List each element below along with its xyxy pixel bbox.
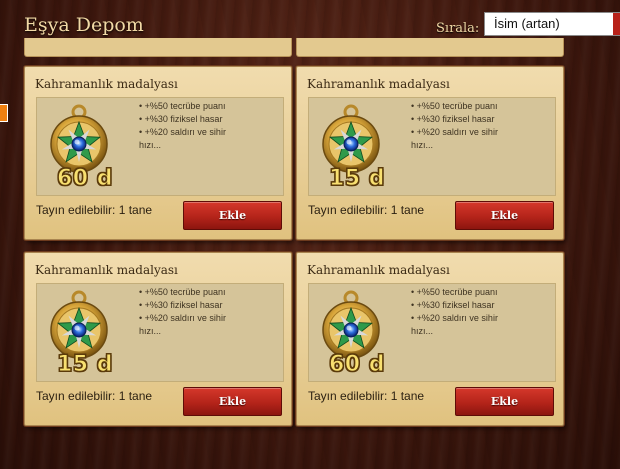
bonus-line: • +%50 tecrübe puanı — [411, 101, 498, 111]
assign-count: Tayın edilebilir: 1 tane — [36, 203, 153, 217]
bonus-line: • +%20 saldırı ve sihir — [411, 127, 498, 137]
bonus-line: • +%30 fiziksel hasar — [411, 114, 495, 124]
previous-card-edge — [24, 38, 292, 57]
sort-select[interactable]: İsim (artan) — [484, 12, 620, 36]
page-title: Eşya Depom — [24, 14, 144, 36]
add-button[interactable]: Ekle — [183, 201, 282, 230]
bonus-line: • +%30 fiziksel hasar — [139, 114, 223, 124]
duration-label: 15 d — [56, 352, 114, 378]
item-name: Kahramanlık madalyası — [307, 77, 450, 91]
bonus-line: hızı... — [139, 140, 162, 150]
bonus-line: • +%30 fiziksel hasar — [411, 300, 495, 310]
item-detail-panel: 60 d • +%50 tecrübe puanı • +%30 fizikse… — [36, 97, 284, 196]
item-detail-panel: 60 d • +%50 tecrübe puanı • +%30 fizikse… — [308, 283, 556, 382]
bonus-list: • +%50 tecrübe puanı • +%30 fiziksel has… — [411, 286, 551, 338]
bonus-line: • +%30 fiziksel hasar — [139, 300, 223, 310]
bonus-line: • +%20 saldırı ve sihir — [139, 127, 226, 137]
bonus-list: • +%50 tecrübe puanı • +%30 fiziksel has… — [139, 100, 279, 152]
item-card: Kahramanlık madalyası 60 d • +%50 tecrüb… — [24, 66, 292, 240]
bonus-line: • +%50 tecrübe puanı — [139, 101, 226, 111]
side-tab[interactable] — [0, 104, 8, 122]
sort-select-value: İsim (artan) — [494, 16, 560, 31]
add-button[interactable]: Ekle — [183, 387, 282, 416]
assign-count: Tayın edilebilir: 1 tane — [36, 389, 153, 403]
add-button[interactable]: Ekle — [455, 387, 554, 416]
add-button[interactable]: Ekle — [455, 201, 554, 230]
dropdown-arrow-icon[interactable] — [613, 13, 620, 35]
bonus-line: hızı... — [411, 326, 434, 336]
item-card: Kahramanlık madalyası 15 d • +%50 tecrüb… — [296, 66, 564, 240]
duration-label: 60 d — [328, 352, 386, 378]
duration-label: 15 d — [328, 166, 386, 192]
bonus-line: • +%50 tecrübe puanı — [139, 287, 226, 297]
bonus-list: • +%50 tecrübe puanı • +%30 fiziksel has… — [139, 286, 279, 338]
item-detail-panel: 15 d • +%50 tecrübe puanı • +%30 fizikse… — [308, 97, 556, 196]
bonus-list: • +%50 tecrübe puanı • +%30 fiziksel has… — [411, 100, 551, 152]
item-name: Kahramanlık madalyası — [35, 263, 178, 277]
bonus-line: hızı... — [411, 140, 434, 150]
bonus-line: • +%50 tecrübe puanı — [411, 287, 498, 297]
bonus-line: • +%20 saldırı ve sihir — [139, 313, 226, 323]
assign-count: Tayın edilebilir: 1 tane — [308, 203, 425, 217]
item-detail-panel: 15 d • +%50 tecrübe puanı • +%30 fizikse… — [36, 283, 284, 382]
bonus-line: • +%20 saldırı ve sihir — [411, 313, 498, 323]
item-card: Kahramanlık madalyası 15 d • +%50 tecrüb… — [24, 252, 292, 426]
item-name: Kahramanlık madalyası — [307, 263, 450, 277]
item-card: Kahramanlık madalyası 60 d • +%50 tecrüb… — [296, 252, 564, 426]
sort-label: Sırala: — [436, 21, 480, 36]
previous-card-edge — [296, 38, 564, 57]
assign-count: Tayın edilebilir: 1 tane — [308, 389, 425, 403]
bonus-line: hızı... — [139, 326, 162, 336]
duration-label: 60 d — [56, 166, 114, 192]
item-name: Kahramanlık madalyası — [35, 77, 178, 91]
